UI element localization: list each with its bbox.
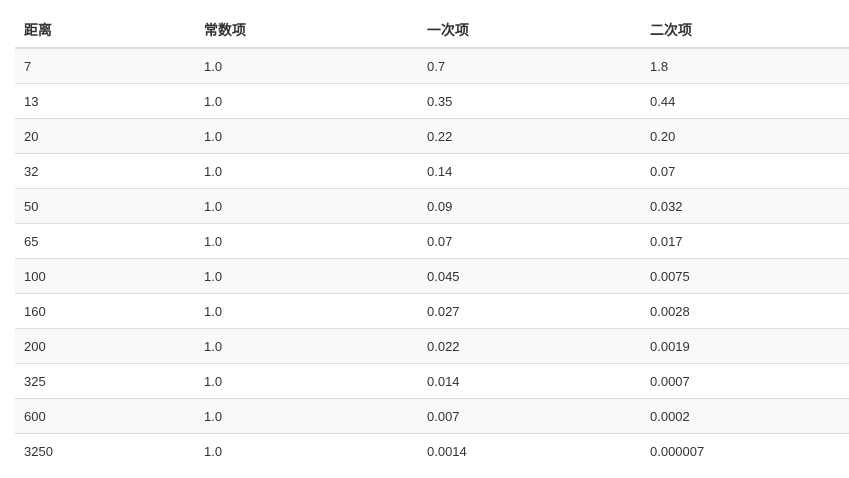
header-distance: 距离 (15, 12, 195, 49)
table-row: 160 1.0 0.027 0.0028 (15, 293, 849, 329)
cell-constant: 1.0 (195, 48, 418, 84)
cell-linear: 0.22 (418, 118, 641, 154)
cell-constant: 1.0 (195, 118, 418, 154)
cell-quadratic: 0.20 (641, 118, 849, 154)
cell-linear: 0.027 (418, 293, 641, 329)
table-row: 13 1.0 0.35 0.44 (15, 83, 849, 119)
table-row: 100 1.0 0.045 0.0075 (15, 258, 849, 294)
cell-distance: 65 (15, 223, 195, 259)
table-row: 65 1.0 0.07 0.017 (15, 223, 849, 259)
table-row: 7 1.0 0.7 1.8 (15, 48, 849, 84)
cell-distance: 7 (15, 48, 195, 84)
table-row: 600 1.0 0.007 0.0002 (15, 398, 849, 434)
cell-constant: 1.0 (195, 398, 418, 434)
cell-constant: 1.0 (195, 83, 418, 119)
cell-linear: 0.09 (418, 188, 641, 224)
cell-distance: 600 (15, 398, 195, 434)
cell-constant: 1.0 (195, 258, 418, 294)
cell-quadratic: 0.0002 (641, 398, 849, 434)
cell-constant: 1.0 (195, 433, 418, 468)
cell-linear: 0.14 (418, 153, 641, 189)
cell-distance: 3250 (15, 433, 195, 468)
cell-quadratic: 0.44 (641, 83, 849, 119)
cell-linear: 0.007 (418, 398, 641, 434)
header-row: 距离 常数项 一次项 二次项 (15, 12, 849, 49)
cell-constant: 1.0 (195, 223, 418, 259)
cell-quadratic: 0.032 (641, 188, 849, 224)
table-row: 200 1.0 0.022 0.0019 (15, 328, 849, 364)
cell-constant: 1.0 (195, 363, 418, 399)
table-row: 325 1.0 0.014 0.0007 (15, 363, 849, 399)
cell-distance: 50 (15, 188, 195, 224)
cell-distance: 32 (15, 153, 195, 189)
cell-constant: 1.0 (195, 293, 418, 329)
cell-quadratic: 0.0007 (641, 363, 849, 399)
table-row: 32 1.0 0.14 0.07 (15, 153, 849, 189)
cell-quadratic: 1.8 (641, 48, 849, 84)
attenuation-table: 距离 常数项 一次项 二次项 7 1.0 0.7 1.8 13 1.0 0.35 0.44 20… (15, 12, 849, 468)
table-body: 7 1.0 0.7 1.8 13 1.0 0.35 0.44 20 1.0 0.22 0.20 32 1.… (15, 48, 849, 468)
attenuation-table-container: 距离 常数项 一次项 二次项 7 1.0 0.7 1.8 13 1.0 0.35 0.44 20… (15, 12, 849, 468)
cell-quadratic: 0.0028 (641, 293, 849, 329)
table-row: 20 1.0 0.22 0.20 (15, 118, 849, 154)
cell-linear: 0.045 (418, 258, 641, 294)
table-row: 50 1.0 0.09 0.032 (15, 188, 849, 224)
cell-linear: 0.7 (418, 48, 641, 84)
cell-linear: 0.022 (418, 328, 641, 364)
header-linear: 一次项 (418, 12, 641, 49)
cell-distance: 20 (15, 118, 195, 154)
header-constant: 常数项 (195, 12, 418, 49)
cell-constant: 1.0 (195, 153, 418, 189)
cell-constant: 1.0 (195, 328, 418, 364)
cell-distance: 200 (15, 328, 195, 364)
cell-distance: 100 (15, 258, 195, 294)
table-row: 3250 1.0 0.0014 0.000007 (15, 433, 849, 468)
cell-quadratic: 0.07 (641, 153, 849, 189)
cell-quadratic: 0.000007 (641, 433, 849, 468)
table-header: 距离 常数项 一次项 二次项 (15, 12, 849, 49)
header-quadratic: 二次项 (641, 12, 849, 49)
cell-distance: 325 (15, 363, 195, 399)
cell-quadratic: 0.0075 (641, 258, 849, 294)
cell-linear: 0.07 (418, 223, 641, 259)
cell-linear: 0.014 (418, 363, 641, 399)
cell-distance: 160 (15, 293, 195, 329)
cell-quadratic: 0.017 (641, 223, 849, 259)
cell-linear: 0.0014 (418, 433, 641, 468)
cell-linear: 0.35 (418, 83, 641, 119)
cell-quadratic: 0.0019 (641, 328, 849, 364)
cell-constant: 1.0 (195, 188, 418, 224)
cell-distance: 13 (15, 83, 195, 119)
